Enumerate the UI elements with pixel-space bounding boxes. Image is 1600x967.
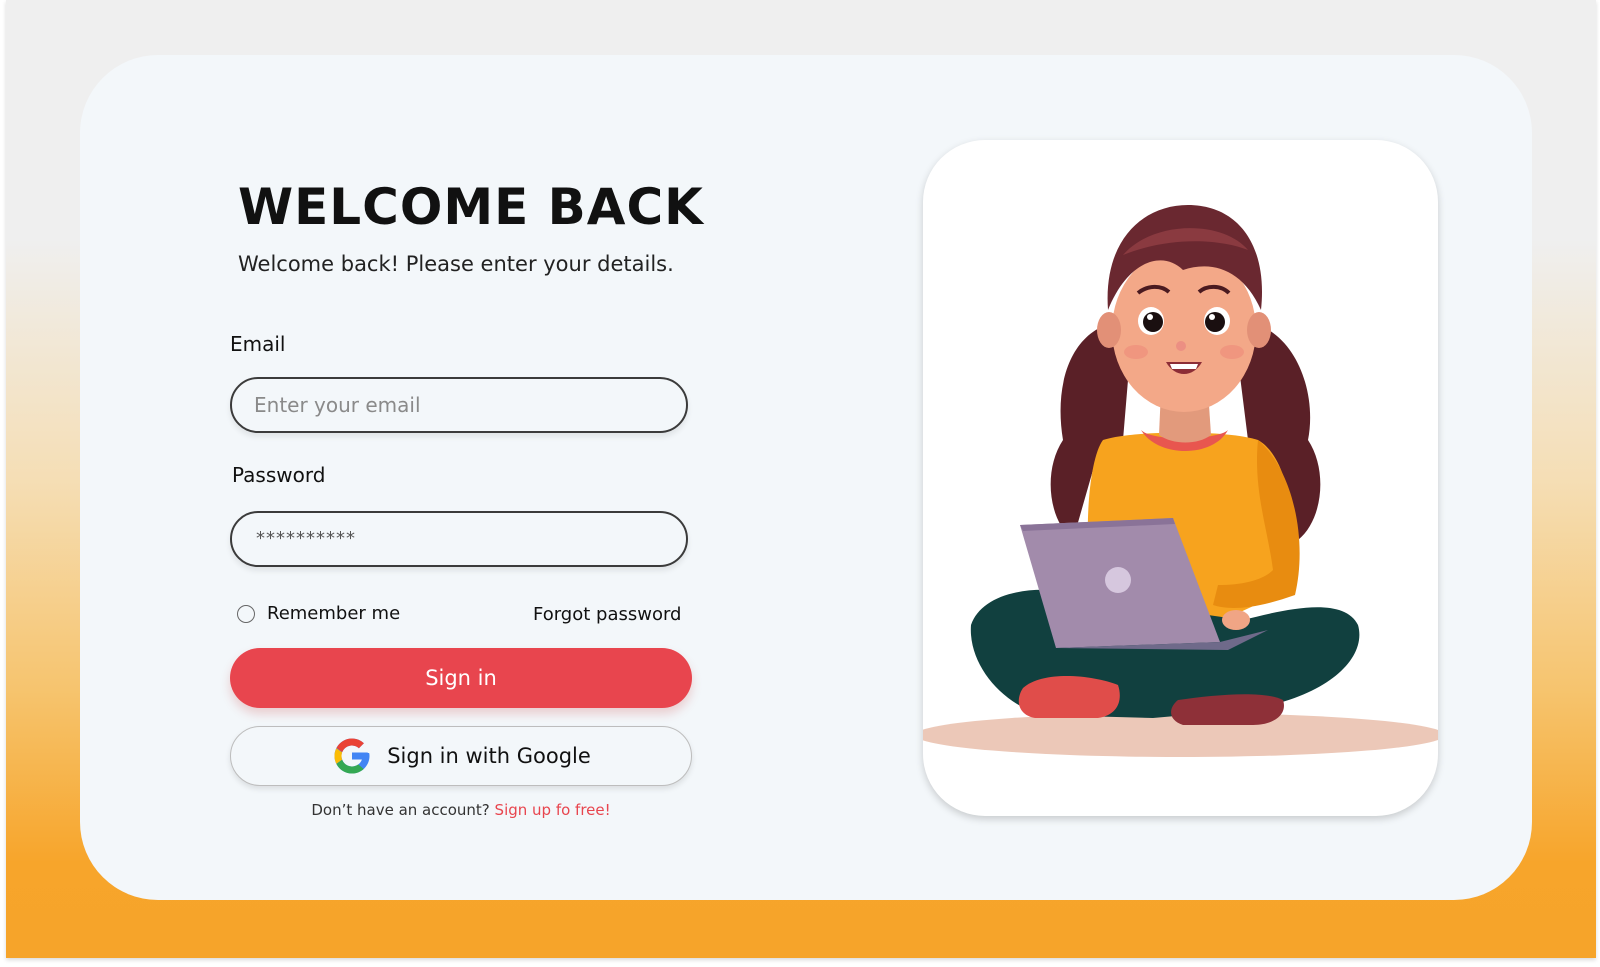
remember-me[interactable]: Remember me xyxy=(237,603,400,624)
remember-me-label: Remember me xyxy=(267,603,401,624)
signup-prompt-text: Don’t have an account? xyxy=(311,801,490,819)
email-field[interactable] xyxy=(230,377,688,433)
sign-in-button[interactable]: Sign in xyxy=(230,648,692,708)
page-title: WELCOME BACK xyxy=(238,178,704,236)
signup-prompt: Don’t have an account? Sign up fo free! xyxy=(0,801,922,819)
illustration-card xyxy=(923,140,1438,816)
forgot-password-link[interactable]: Forgot password xyxy=(533,604,681,625)
password-field[interactable] xyxy=(230,511,688,567)
google-icon xyxy=(334,738,370,774)
signup-link[interactable]: Sign up fo free! xyxy=(495,801,611,819)
page-subtitle: Welcome back! Please enter your details. xyxy=(238,252,674,276)
google-sign-in-label: Sign in with Google xyxy=(387,744,591,768)
remember-me-radio[interactable] xyxy=(237,604,255,623)
woman-laptop-illustration xyxy=(923,205,1438,757)
password-label: Password xyxy=(232,463,326,487)
google-sign-in-button[interactable]: Sign in with Google xyxy=(230,726,692,786)
email-label: Email xyxy=(230,332,286,356)
